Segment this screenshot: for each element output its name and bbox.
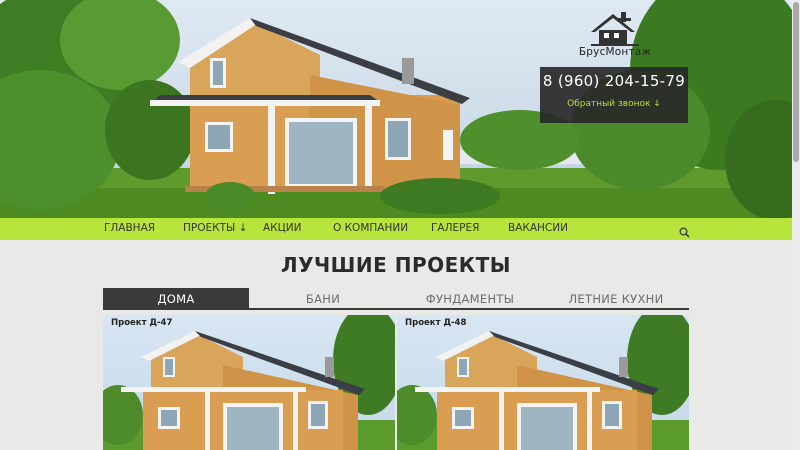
house-logo-icon: [591, 12, 639, 46]
search-icon[interactable]: [679, 223, 690, 242]
house-image: [103, 315, 395, 450]
project-cards: Проект Д-47 Проект Д-48: [103, 315, 689, 450]
logo-text: БрусМонтаж: [578, 46, 652, 58]
tab-saunas[interactable]: БАНИ: [249, 288, 397, 310]
scrollbar-thumb[interactable]: [793, 2, 799, 162]
tab-foundations[interactable]: ФУНДАМЕНТЫ: [397, 288, 543, 310]
nav-item-gallery[interactable]: ГАЛЕРЕЯ: [431, 222, 479, 234]
section-title: ЛУЧШИЕ ПРОЕКТЫ: [280, 253, 512, 277]
card-title: Проект Д-48: [405, 318, 467, 328]
card-title: Проект Д-47: [111, 318, 173, 328]
project-card[interactable]: Проект Д-48: [397, 315, 689, 450]
nav-item-home[interactable]: ГЛАВНАЯ: [104, 222, 155, 234]
phone-number[interactable]: 8 (960) 204-15-79: [540, 72, 688, 90]
house-image: [397, 315, 689, 450]
main-nav: ГЛАВНАЯ ПРОЕКТЫ ↓ АКЦИИ О КОМПАНИИ ГАЛЕР…: [0, 218, 792, 240]
nav-item-promotions[interactable]: АКЦИИ: [263, 222, 302, 234]
callback-link[interactable]: Обратный звонок ↓: [567, 99, 661, 109]
page-scrollbar[interactable]: [792, 0, 800, 450]
brand-logo[interactable]: БрусМонтаж: [577, 8, 653, 62]
project-card[interactable]: Проект Д-47: [103, 315, 395, 450]
tab-underline: [249, 308, 689, 310]
nav-item-about[interactable]: О КОМПАНИИ: [333, 222, 408, 234]
contact-box: 8 (960) 204-15-79 Обратный звонок ↓: [540, 67, 688, 123]
nav-item-projects[interactable]: ПРОЕКТЫ ↓: [183, 222, 247, 234]
project-tabs: ДОМА БАНИ ФУНДАМЕНТЫ ЛЕТНИЕ КУХНИ: [103, 288, 689, 310]
nav-item-vacancies[interactable]: ВАКАНСИИ: [508, 222, 568, 234]
tab-houses[interactable]: ДОМА: [103, 288, 249, 310]
tab-summer-kitchens[interactable]: ЛЕТНИЕ КУХНИ: [543, 288, 689, 310]
hero-banner: БрусМонтаж 8 (960) 204-15-79 Обратный зв…: [0, 0, 792, 218]
